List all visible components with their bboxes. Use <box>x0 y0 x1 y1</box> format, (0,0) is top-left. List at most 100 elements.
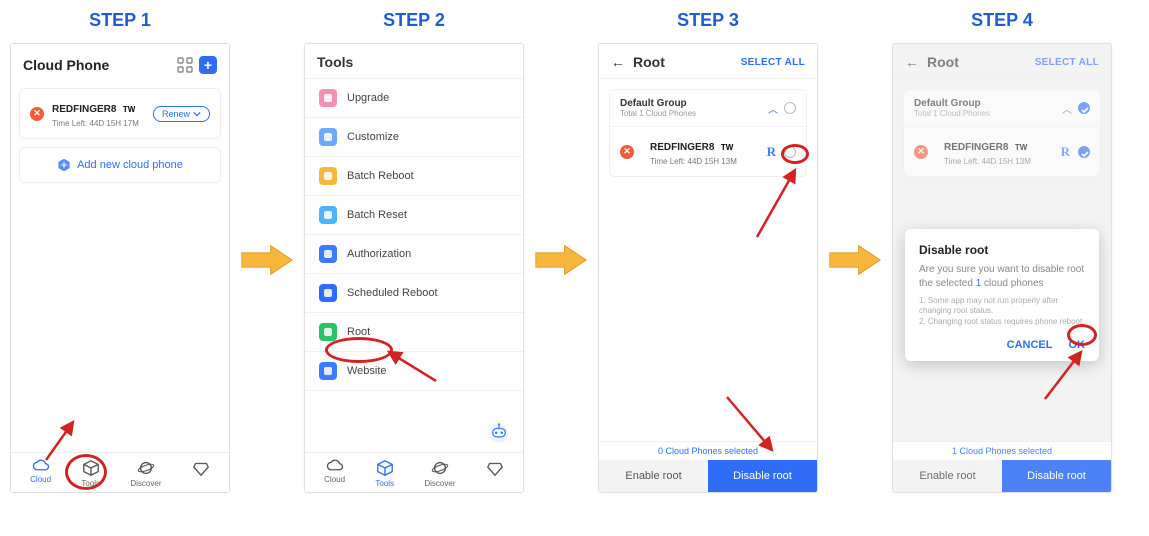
step-3-label: STEP 3 <box>677 10 739 31</box>
step-arrow-2 <box>534 240 588 280</box>
step-4-block: STEP 4 ← Root SELECT ALL Default Group T… <box>892 10 1112 493</box>
region-badge: TW <box>721 143 733 152</box>
device-select-radio[interactable] <box>1078 146 1090 158</box>
nav-cloud[interactable]: Cloud <box>30 459 51 488</box>
cloud-icon <box>326 459 344 473</box>
tool-scheduled-reboot[interactable]: Scheduled Reboot <box>305 274 523 313</box>
status-error-icon: ✕ <box>620 145 634 159</box>
step-arrow-1 <box>240 240 294 280</box>
nav-mine[interactable] <box>486 459 504 488</box>
tool-label: Website <box>347 365 387 377</box>
group-select-radio[interactable] <box>784 102 796 114</box>
group-count: Total 1 Cloud Phones <box>620 109 696 118</box>
group-header[interactable]: Default Group Total 1 Cloud Phones ︿ <box>904 90 1100 127</box>
device-row[interactable]: ✕ REDFINGER8 TW Time Left: 44D 15H 13M R <box>610 127 806 176</box>
disable-root-button[interactable]: Disable root <box>1002 460 1111 492</box>
root-status-icon: R <box>1061 144 1070 160</box>
select-all-button[interactable]: SELECT ALL <box>1035 57 1099 68</box>
modal-ok-button[interactable]: OK <box>1069 339 1086 351</box>
device-row[interactable]: ✕ REDFINGER8 TW Time Left: 44D 15H 13M R <box>904 127 1100 176</box>
renew-button[interactable]: Renew <box>153 106 210 122</box>
selected-count: 0 Cloud Phones selected <box>599 442 817 460</box>
device-name: REDFINGER8 <box>52 104 116 115</box>
tool-batch-reboot[interactable]: Batch Reboot <box>305 157 523 196</box>
tool-upgrade[interactable]: Upgrade <box>305 79 523 118</box>
select-all-button[interactable]: SELECT ALL <box>741 57 805 68</box>
footer-bar: 0 Cloud Phones selected Enable root Disa… <box>599 441 817 492</box>
add-cloud-phone-button[interactable]: Add new cloud phone <box>19 147 221 183</box>
tool-label: Batch Reset <box>347 209 407 221</box>
add-icon[interactable]: + <box>199 56 217 74</box>
cloud-phone-card[interactable]: ✕ REDFINGER8 TW Time Left: 44D 15H 17M R… <box>19 88 221 139</box>
bottom-nav: Cloud Tools Discover <box>11 452 229 492</box>
tools-list: Upgrade Customize Batch Reboot Batch Reset A… <box>305 79 523 452</box>
step-3-block: STEP 3 ← Root SELECT ALL Default Group T… <box>598 10 818 493</box>
tool-label: Root <box>347 326 370 338</box>
tool-label: Scheduled Reboot <box>347 287 438 299</box>
tool-upgrade-icon <box>319 89 337 107</box>
nav-tools[interactable]: Tools <box>81 459 100 488</box>
status-error-icon: ✕ <box>30 107 44 121</box>
tool-authorization[interactable]: Authorization <box>305 235 523 274</box>
cube-icon <box>82 459 100 477</box>
tool-root[interactable]: Root <box>305 313 523 352</box>
tool-authorization-icon <box>319 245 337 263</box>
disable-root-modal: Disable root Are you sure you want to di… <box>905 229 1099 361</box>
tool-customize[interactable]: Customize <box>305 118 523 157</box>
nav-discover[interactable]: Discover <box>424 459 455 488</box>
enable-root-button[interactable]: Enable root <box>893 460 1002 492</box>
nav-cloud[interactable]: Cloud <box>324 459 345 488</box>
tool-label: Upgrade <box>347 92 389 104</box>
tool-batch-reboot-icon <box>319 167 337 185</box>
step-2-screen: Tools Upgrade Customize Batch Reboot Batch … <box>304 43 524 493</box>
nav-discover[interactable]: Discover <box>130 459 161 488</box>
tool-batch-reset-icon <box>319 206 337 224</box>
step-1-screen: Cloud Phone + ✕ REDFINGER8 TW Time Left:… <box>10 43 230 493</box>
tool-customize-icon <box>319 128 337 146</box>
enable-root-button[interactable]: Enable root <box>599 460 708 492</box>
modal-cancel-button[interactable]: CANCEL <box>1007 339 1053 351</box>
group-select-radio[interactable] <box>1078 102 1090 114</box>
tool-website[interactable]: Website <box>305 352 523 391</box>
group-header[interactable]: Default Group Total 1 Cloud Phones ︿ <box>610 90 806 127</box>
back-icon[interactable]: ← <box>905 54 919 70</box>
selected-count: 1 Cloud Phones selected <box>893 442 1111 460</box>
grid-view-icon[interactable] <box>177 57 193 73</box>
modal-notes: 1. Some app may not run properly after c… <box>919 296 1085 327</box>
step-1-block: STEP 1 Cloud Phone + ✕ REDFINGER8 TW Tim… <box>10 10 230 493</box>
screen-title: Tools <box>317 54 353 70</box>
tool-label: Batch Reboot <box>347 170 414 182</box>
device-name: REDFINGER8 <box>944 142 1008 153</box>
tool-label: Customize <box>347 131 399 143</box>
step-3-screen: ← Root SELECT ALL Default Group Total 1 … <box>598 43 818 493</box>
tool-batch-reset[interactable]: Batch Reset <box>305 196 523 235</box>
footer-bar: 1 Cloud Phones selected Enable root Disa… <box>893 441 1111 492</box>
planet-icon <box>431 459 449 477</box>
diamond-icon <box>192 459 210 477</box>
chevron-up-icon: ︿ <box>768 101 778 116</box>
cloud-icon <box>32 459 50 473</box>
group-count: Total 1 Cloud Phones <box>914 109 990 118</box>
tool-root-icon <box>319 323 337 341</box>
nav-mine[interactable] <box>192 459 210 488</box>
screen-title: Root <box>633 54 665 70</box>
tool-label: Authorization <box>347 248 411 260</box>
back-icon[interactable]: ← <box>611 54 625 70</box>
time-left: Time Left: 44D 15H 17M <box>52 119 153 128</box>
modal-title: Disable root <box>919 243 1085 257</box>
disable-root-button[interactable]: Disable root <box>708 460 817 492</box>
step-1-label: STEP 1 <box>89 10 151 31</box>
group-name: Default Group <box>914 98 990 109</box>
planet-icon <box>137 459 155 477</box>
step-2-label: STEP 2 <box>383 10 445 31</box>
device-select-radio[interactable] <box>784 146 796 158</box>
tool-website-icon <box>319 362 337 380</box>
cube-icon <box>376 459 394 477</box>
time-left: Time Left: 44D 15H 13M <box>944 157 1053 166</box>
assistant-bot-icon[interactable] <box>485 418 513 446</box>
step-4-label: STEP 4 <box>971 10 1033 31</box>
time-left: Time Left: 44D 15H 13M <box>650 157 759 166</box>
region-badge: TW <box>1015 143 1027 152</box>
device-group-card: Default Group Total 1 Cloud Phones ︿ ✕ <box>903 89 1101 177</box>
nav-tools[interactable]: Tools <box>375 459 394 488</box>
